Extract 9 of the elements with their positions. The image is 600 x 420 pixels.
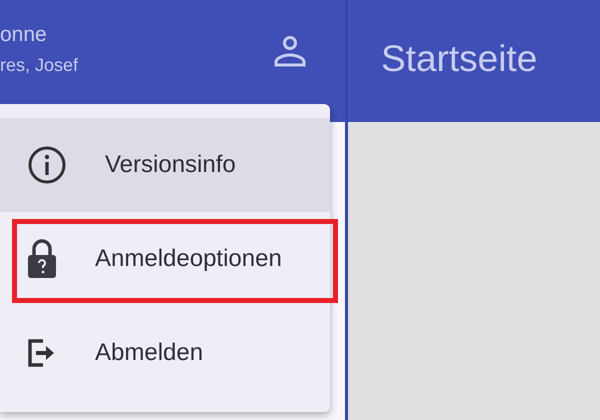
- user-subtitle: res, Josef: [0, 54, 78, 76]
- menu-item[interactable]: Anmeldeoptionen: [0, 212, 330, 306]
- lock-icon: [27, 239, 57, 279]
- account-icon[interactable]: [273, 34, 307, 68]
- info-icon: [27, 145, 67, 185]
- menu-item[interactable]: Abmelden: [0, 306, 330, 400]
- user-name: onne: [0, 22, 48, 46]
- page-title: Startseite: [381, 38, 538, 80]
- menu-item[interactable]: Versionsinfo: [0, 118, 330, 212]
